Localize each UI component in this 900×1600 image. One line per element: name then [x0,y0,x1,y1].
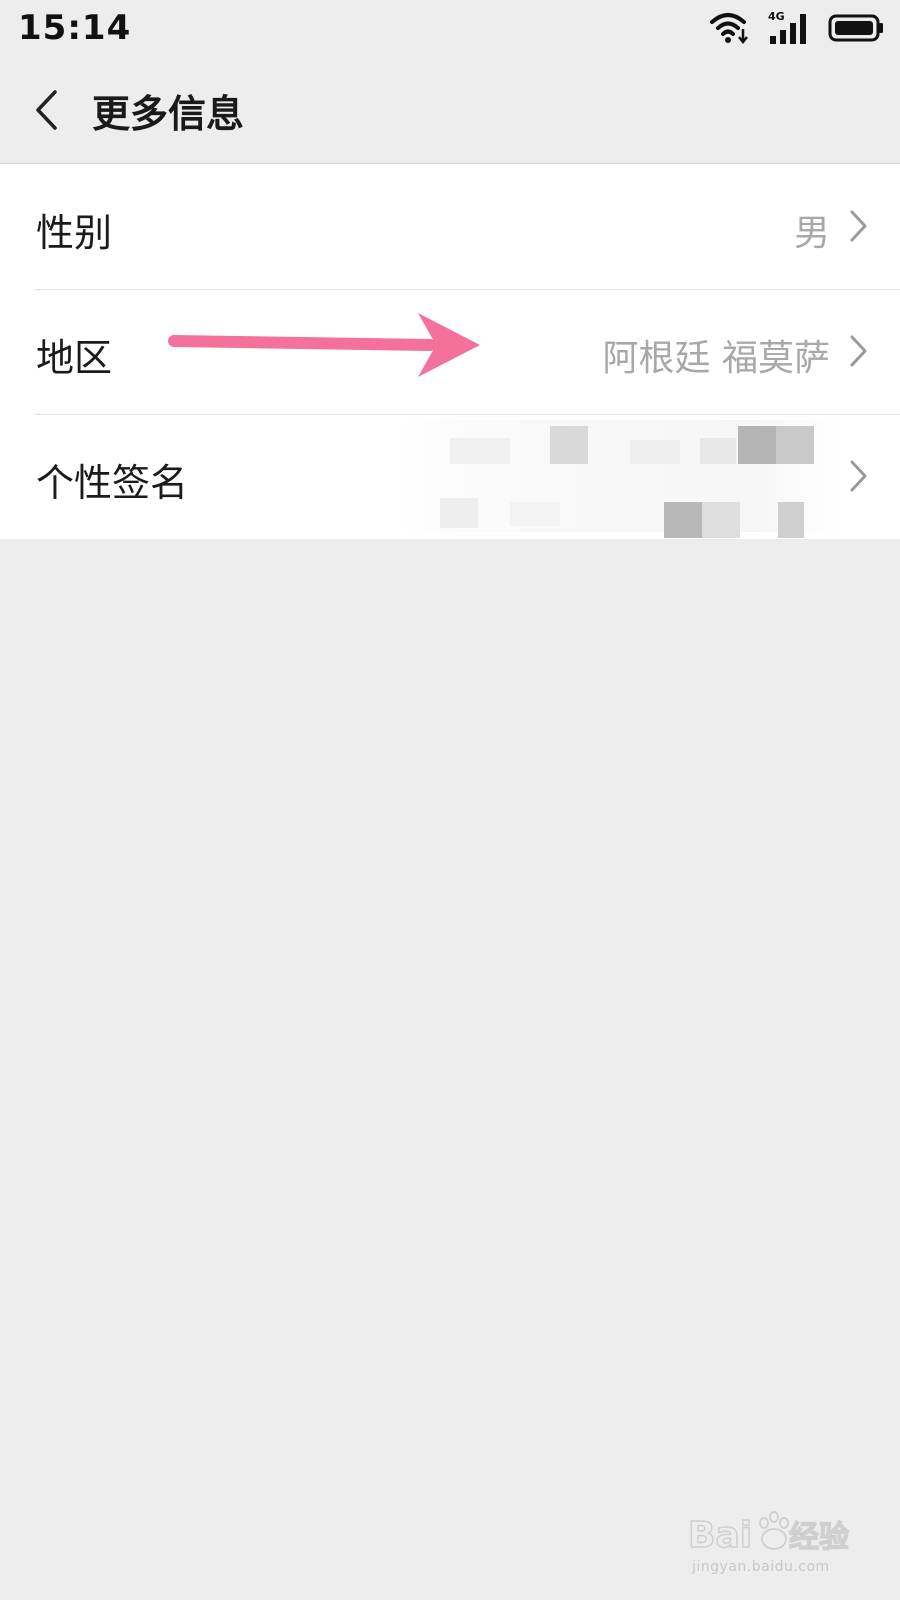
svg-text:Bai: Bai [688,1515,752,1556]
watermark-url: jingyan.baidu.com [692,1559,830,1575]
network-label: 4G [768,10,785,23]
list-item-label: 性别 [36,211,113,255]
watermark: Bai 经验 jingyan.baidu.com [687,1505,868,1581]
list-item-signature[interactable]: 个性签名 [0,414,900,539]
nav-bar: 更多信息 [0,56,900,164]
blurred-signature [400,420,840,538]
list-item-value: 阿根廷 福莫萨 [602,338,830,379]
cellular-signal-icon: 4G [768,10,806,44]
chevron-right-icon [850,335,867,367]
wifi-icon [710,13,748,45]
screen: 15:14 4G 更多信息 性别 男 地区 阿根廷 福莫萨 个性签名 Bai 经… [0,0,900,1600]
chevron-right-icon [850,460,867,492]
status-icons: 4G [710,10,884,46]
page-title: 更多信息 [92,92,245,136]
back-button[interactable] [24,82,68,138]
list-item-label: 地区 [36,336,113,380]
baidu-logo: Bai 经验 [687,1511,850,1557]
list-item-gender[interactable]: 性别 男 [0,164,900,289]
status-bar: 15:14 4G [0,0,900,56]
list-item-label: 个性签名 [36,461,189,505]
battery-icon [828,14,883,42]
svg-text:经验: 经验 [789,1520,849,1555]
chevron-right-icon [850,210,867,242]
annotation-arrow [168,313,480,377]
status-time: 15:14 [18,8,132,48]
chevron-left-icon [36,90,57,130]
list-item-value: 男 [793,213,830,254]
